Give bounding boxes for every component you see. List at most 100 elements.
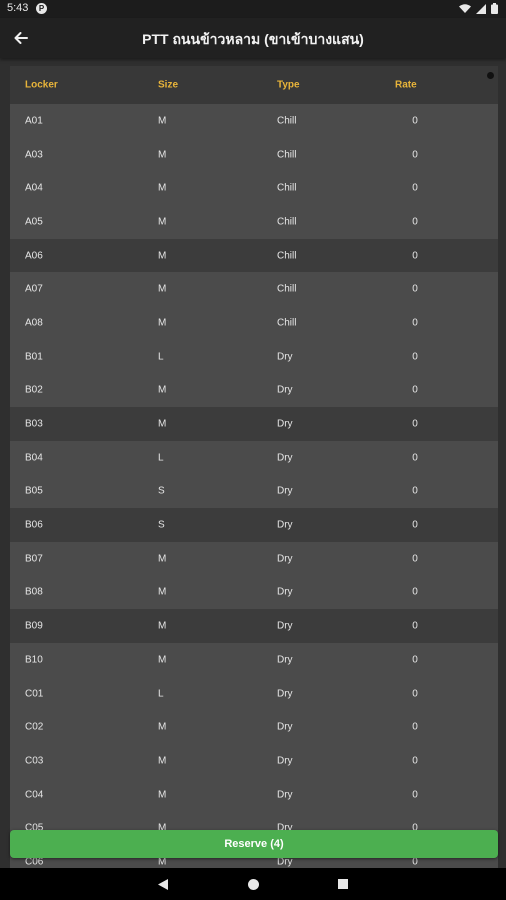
table-row[interactable]: A06 M Chill 0 <box>10 238 498 273</box>
status-time: 5:43 <box>7 2 29 14</box>
cell-rate: 0 <box>412 250 418 262</box>
cell-rate: 0 <box>412 856 418 868</box>
cell-size: M <box>158 149 167 161</box>
table-row[interactable]: C03 M Dry 0 <box>10 744 498 778</box>
cell-type: Chill <box>277 115 297 127</box>
cell-size: M <box>158 654 167 666</box>
table-row[interactable]: B07 M Dry 0 <box>10 542 498 576</box>
cell-rate: 0 <box>412 216 418 228</box>
page-title: PTT ถนนข้าวหลาม (ขาเข้าบางแสน) <box>142 31 364 47</box>
cell-type: Dry <box>277 789 293 801</box>
cell-size: M <box>158 418 167 430</box>
table-row[interactable]: B09 M Dry 0 <box>10 609 498 643</box>
cell-rate: 0 <box>412 384 418 396</box>
reserve-button[interactable]: Reserve (4) <box>10 830 498 858</box>
info-icon[interactable] <box>487 72 494 79</box>
table-header: Locker Size Type Rate <box>10 66 498 104</box>
cell-type: Dry <box>277 755 293 767</box>
cell-size: L <box>158 351 164 363</box>
home-circle-icon[interactable] <box>245 876 261 892</box>
cell-size: L <box>158 452 164 464</box>
cell-size: M <box>158 755 167 767</box>
cell-size: M <box>158 721 167 733</box>
table-row[interactable]: C02 M Dry 0 <box>10 710 498 744</box>
cell-locker: B09 <box>25 620 43 632</box>
cell-size: S <box>158 519 165 531</box>
cell-type: Dry <box>277 452 293 464</box>
cell-locker: B02 <box>25 384 43 396</box>
recents-square-icon[interactable] <box>335 876 351 892</box>
table-row[interactable]: C04 M Dry 0 <box>10 778 498 812</box>
back-triangle-icon[interactable] <box>155 876 171 892</box>
cell-locker: A03 <box>25 149 43 161</box>
header-locker: Locker <box>25 79 58 91</box>
locker-table: Locker Size Type Rate A01 M Chill 0 A03 M Chil… <box>10 66 498 879</box>
cell-size: M <box>158 115 167 127</box>
cell-type: Dry <box>277 721 293 733</box>
cell-type: Dry <box>277 418 293 430</box>
cell-rate: 0 <box>412 317 418 329</box>
cell-locker: B08 <box>25 586 43 598</box>
cell-locker: B01 <box>25 351 43 363</box>
cell-size: M <box>158 553 167 565</box>
cell-type: Dry <box>277 654 293 666</box>
table-row[interactable]: A04 M Chill 0 <box>10 171 498 205</box>
cell-locker: C03 <box>25 755 44 767</box>
table-row[interactable]: B03 M Dry 0 <box>10 407 498 441</box>
table-row[interactable]: B05 S Dry 0 <box>10 475 498 509</box>
cell-type: Dry <box>277 485 293 497</box>
cell-rate: 0 <box>412 519 418 531</box>
table-row[interactable]: A01 M Chill 0 <box>10 104 498 138</box>
header-rate: Rate <box>395 79 417 91</box>
cell-locker: C04 <box>25 789 44 801</box>
table-row[interactable]: B10 M Dry 0 <box>10 643 498 677</box>
cell-rate: 0 <box>412 553 418 565</box>
navigation-bar <box>0 868 506 900</box>
status-icons <box>459 3 498 14</box>
cell-rate: 0 <box>412 789 418 801</box>
cell-size: M <box>158 384 167 396</box>
cell-size: S <box>158 485 165 497</box>
table-row[interactable]: A08 M Chill 0 <box>10 306 498 340</box>
cell-rate: 0 <box>412 452 418 464</box>
notification-badge-icon: P <box>36 3 47 14</box>
cell-locker: B07 <box>25 553 43 565</box>
cell-type: Dry <box>277 586 293 598</box>
cell-locker: B10 <box>25 654 43 666</box>
table-row[interactable]: B06 S Dry 0 <box>10 508 498 542</box>
table-row[interactable]: A05 M Chill 0 <box>10 205 498 239</box>
header-size: Size <box>158 79 179 91</box>
table-row[interactable]: B08 M Dry 0 <box>10 576 498 610</box>
signal-icon <box>476 3 486 14</box>
cell-locker: A07 <box>25 283 43 295</box>
status-bar: 5:43 P <box>0 0 506 18</box>
table-row[interactable]: A07 M Chill 0 <box>10 272 498 306</box>
cell-rate: 0 <box>412 485 418 497</box>
cell-size: M <box>158 317 167 329</box>
cell-type: Dry <box>277 553 293 565</box>
cell-locker: A01 <box>25 115 43 127</box>
cell-size: M <box>158 620 167 632</box>
cell-locker: C02 <box>25 721 44 733</box>
table-row[interactable]: B04 L Dry 0 <box>10 441 498 475</box>
cell-locker: C01 <box>25 688 44 700</box>
cell-size: L <box>158 688 164 700</box>
cell-type: Chill <box>277 149 297 161</box>
table-row[interactable]: C01 L Dry 0 <box>10 677 498 711</box>
cell-rate: 0 <box>412 149 418 161</box>
cell-size: M <box>158 283 167 295</box>
cell-rate: 0 <box>412 586 418 598</box>
cell-type: Dry <box>277 856 293 868</box>
battery-icon <box>491 3 498 14</box>
cell-locker: A06 <box>25 250 43 262</box>
cell-size: M <box>158 789 167 801</box>
cell-locker: A04 <box>25 182 43 194</box>
table-row[interactable]: B02 M Dry 0 <box>10 374 498 408</box>
cell-type: Dry <box>277 620 293 632</box>
wifi-icon <box>459 3 471 13</box>
table-row[interactable]: B01 L Dry 0 <box>10 340 498 374</box>
cell-locker: A05 <box>25 216 43 228</box>
cell-locker: C06 <box>25 856 44 868</box>
cell-rate: 0 <box>412 351 418 363</box>
table-row[interactable]: A03 M Chill 0 <box>10 138 498 172</box>
